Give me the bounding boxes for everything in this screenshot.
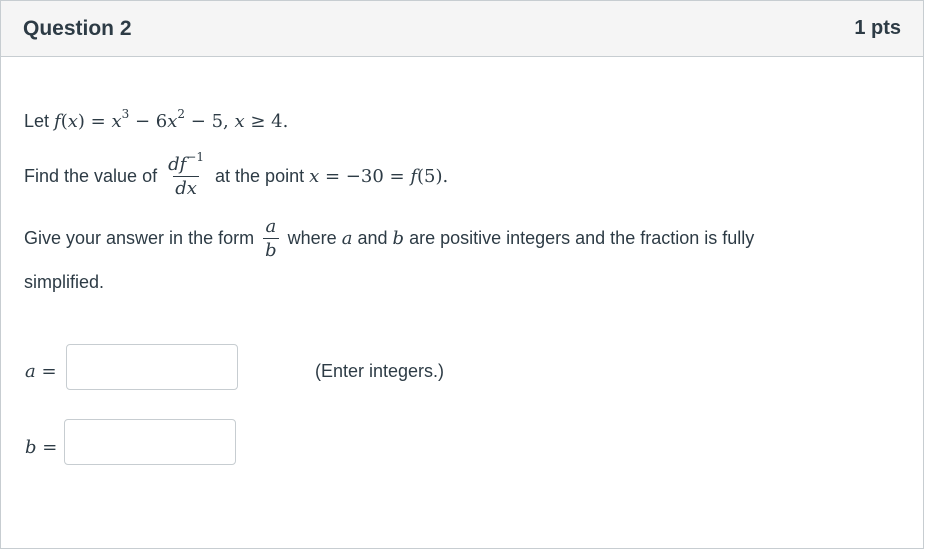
question-body: Let f(x) = x3 − 6x2 − 5, x ≥ 4. Find the… <box>1 57 923 547</box>
question-line-4: simplified. <box>24 272 105 292</box>
line2-suffix: at the point <box>215 165 305 186</box>
function-definition: f(x) = x3 − 6x2 − 5, x ≥ 4. <box>54 107 289 132</box>
answer-b-equals: = <box>42 437 58 458</box>
line2-prefix: Find the value of <box>24 165 158 186</box>
line1-prefix: Let <box>24 111 50 131</box>
answer-a-var: a <box>25 361 36 382</box>
line3-prefix: Give your answer in the form <box>24 227 255 248</box>
derivative-fraction: df−1 dx <box>166 150 206 199</box>
var-a: a <box>341 227 353 249</box>
question-card: Question 2 1 pts Let f(x) = x3 − 6x2 − 5… <box>0 0 924 549</box>
line3-suffix: are positive integers and the fraction i… <box>409 227 755 248</box>
form-numerator: a <box>265 216 277 237</box>
question-header: Question 2 1 pts <box>1 1 923 57</box>
derivative-numerator: df−1 <box>168 150 204 175</box>
line3-mid1: where <box>287 227 337 248</box>
answer-a-equals: = <box>41 361 57 382</box>
var-b: b <box>392 227 405 249</box>
enter-integers-hint: (Enter integers.) <box>315 361 445 381</box>
question-line-3: Give your answer in the form a b where a… <box>24 217 754 261</box>
answer-b-var: b <box>25 437 37 458</box>
answer-a-input[interactable] <box>66 344 238 390</box>
form-fraction: a b <box>263 217 279 261</box>
answer-a-label: a = <box>25 361 57 382</box>
question-points: 1 pts <box>854 17 901 39</box>
line3-mid2: and <box>357 227 388 248</box>
question-title: Question 2 <box>23 16 132 40</box>
evaluation-point: x = −30 = f(5). <box>309 165 449 187</box>
derivative-denominator: dx <box>173 176 199 199</box>
question-line-2: Find the value of df−1 dx at the point x… <box>24 150 449 199</box>
answer-b-label: b = <box>25 437 57 458</box>
question-line-1: Let f(x) = x3 − 6x2 − 5, x ≥ 4. <box>24 107 289 132</box>
answer-b-input[interactable] <box>64 419 236 465</box>
form-denominator: b <box>263 238 279 261</box>
